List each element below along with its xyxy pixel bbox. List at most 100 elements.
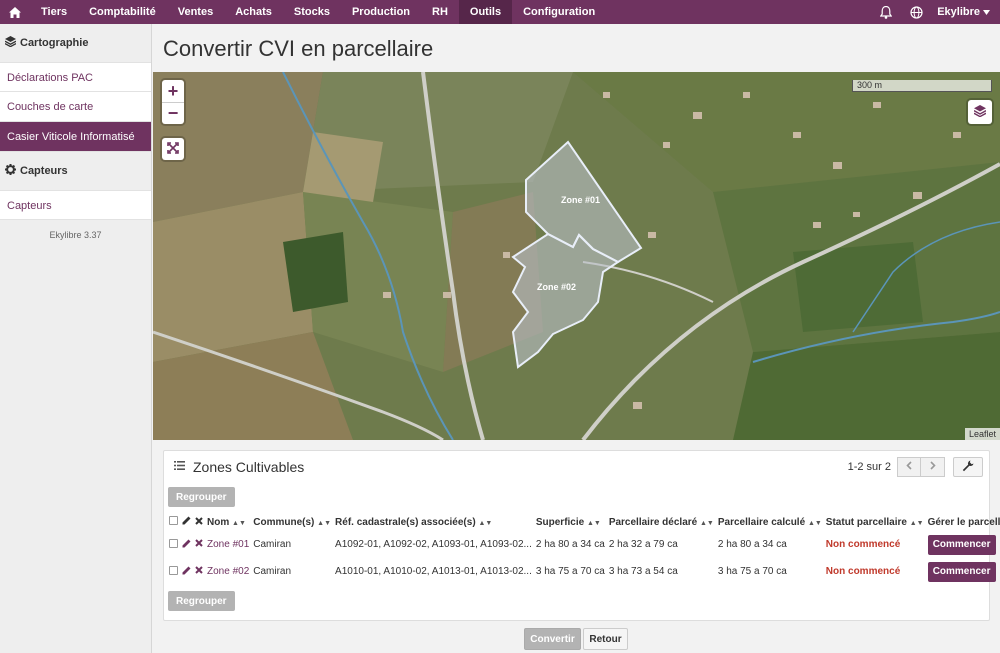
pencil-icon[interactable] [182,566,191,578]
sidebar-section-title: Cartographie [20,37,89,49]
sidebar-item-couches-de-carte[interactable]: Couches de carte [0,92,151,122]
back-button[interactable]: Retour [583,628,628,650]
settings-tool-button[interactable] [953,457,983,477]
layers-icon [973,104,987,120]
row-edit-cell [180,558,193,585]
top-nav: Tiers Comptabilité Ventes Achats Stocks … [0,0,1000,24]
satellite-map[interactable]: Zone #01 Zone #02 [153,72,1000,440]
row-delete-cell [193,531,205,558]
sidebar-item-capteurs[interactable]: Capteurs [0,190,151,220]
row-refs: A1092-01, A1092-02, A1093-01, A1093-02..… [335,539,532,550]
sort-icon: ▲▼ [478,519,493,527]
zone-link[interactable]: Zone #01 [207,539,249,550]
page-title: Convertir CVI en parcellaire [163,36,434,61]
pencil-icon [182,516,191,528]
bell-icon[interactable] [871,0,901,24]
sidebar-section-title: Capteurs [20,165,68,177]
row-commune: Camiran [253,566,292,577]
chevron-left-icon [906,461,912,473]
row-area: 3 ha 75 a 70 ca [535,566,605,577]
sidebar-section-capteurs: Capteurs [0,152,151,190]
sidebar-section-cartographie: Cartographie [0,24,151,62]
menu-stocks[interactable]: Stocks [283,0,341,24]
row-name-cell: Zone #02 [205,558,251,585]
regroup-button-top[interactable]: Regrouper [168,487,235,507]
user-name: Ekylibre [937,6,980,18]
pencil-icon[interactable] [182,539,191,551]
form-actions: Convertir Retour [524,628,628,650]
column-header-commune[interactable]: Commune(s) ▲▼ [251,513,333,531]
home-icon[interactable] [0,0,30,24]
sort-icon: ▲▼ [317,519,332,527]
expand-icon [167,141,179,157]
row-status-cell: Non commencé [824,531,926,558]
next-page-button[interactable] [921,457,945,477]
layer-switcher-button[interactable] [968,100,992,124]
sidebar-item-declarations-pac[interactable]: Déclarations PAC [0,62,151,92]
row-declared: 2 ha 32 a 79 ca [608,539,678,550]
row-checkbox[interactable] [169,538,178,548]
menu-outils[interactable]: Outils [458,0,513,24]
table-header-row: Nom ▲▼ Commune(s) ▲▼ Réf. cadastrale(s) … [164,513,1000,531]
select-all-checkbox[interactable] [169,516,178,525]
user-menu[interactable]: Ekylibre [931,6,1000,18]
zoom-out-button[interactable]: − [162,102,184,124]
edit-column-header [180,513,193,531]
sidebar: Cartographie Déclarations PAC Couches de… [0,24,152,653]
panel-title: Zones Cultivables [193,459,305,475]
map-attribution[interactable]: Leaflet [964,428,1000,440]
menu-ventes[interactable]: Ventes [167,0,224,24]
row-edit-cell [180,531,193,558]
zone-link[interactable]: Zone #02 [207,566,249,577]
row-name-cell: Zone #01 [205,531,251,558]
status-badge: Non commencé [825,566,901,577]
row-select-cell [164,531,180,558]
map-scale: 300 m [852,80,992,92]
sidebar-item-casier-viticole[interactable]: Casier Viticole Informatisé [0,122,151,152]
row-status-cell: Non commencé [824,558,926,585]
map-view[interactable]: Zone #01 Zone #02 + − 300 m Leaflet [153,72,1000,440]
zoom-in-button[interactable]: + [162,80,184,102]
row-checkbox[interactable] [169,565,178,575]
table-row: Zone #01 Camiran A1092-01, A1092-02, A10… [164,531,1000,558]
convert-button[interactable]: Convertir [524,628,581,650]
row-delete-cell [193,558,205,585]
zones-table: Nom ▲▼ Commune(s) ▲▼ Réf. cadastrale(s) … [164,513,1000,585]
start-button[interactable]: Commencer [927,534,996,555]
close-icon[interactable] [195,539,203,550]
fullscreen-button[interactable] [162,138,184,160]
table-row: Zone #02 Camiran A1010-01, A1010-02, A10… [164,558,1000,585]
column-header-calcule[interactable]: Parcellaire calculé ▲▼ [716,513,824,531]
close-icon[interactable] [195,566,203,577]
menu-rh[interactable]: RH [421,0,459,24]
delete-column-header [193,513,205,531]
column-header-statut[interactable]: Statut parcellaire ▲▼ [824,513,926,531]
globe-icon[interactable] [901,0,931,24]
status-badge: Non commencé [825,539,901,550]
menu-configuration[interactable]: Configuration [512,0,606,24]
column-header-superficie[interactable]: Superficie ▲▼ [534,513,607,531]
column-header-nom[interactable]: Nom ▲▼ [205,513,251,531]
zone-label-02: Zone #02 [537,282,576,292]
zoom-control: + − [162,80,184,124]
list-icon [174,461,185,473]
pagination: 1-2 sur 2 [848,457,945,477]
prev-page-button[interactable] [897,457,921,477]
menu-tiers[interactable]: Tiers [30,0,78,24]
app-version: Ekylibre 3.37 [49,230,102,240]
row-action-cell: Commencer [926,531,1000,558]
column-header-declare[interactable]: Parcellaire déclaré ▲▼ [607,513,716,531]
wrench-icon [962,460,974,475]
caret-down-icon [983,6,990,18]
menu-comptabilite[interactable]: Comptabilité [78,0,167,24]
menu-production[interactable]: Production [341,0,421,24]
menu-achats[interactable]: Achats [224,0,283,24]
start-button[interactable]: Commencer [927,561,996,582]
regroup-button-bottom[interactable]: Regrouper [168,591,235,611]
row-computed: 3 ha 75 a 70 ca [717,566,787,577]
chevron-right-icon [929,461,936,473]
layers-icon [4,36,17,50]
main-content: Convertir CVI en parcellaire Zone #01 Zo… [153,24,1000,653]
column-header-refs[interactable]: Réf. cadastrale(s) associée(s) ▲▼ [333,513,534,531]
sort-icon: ▲▼ [700,519,714,527]
